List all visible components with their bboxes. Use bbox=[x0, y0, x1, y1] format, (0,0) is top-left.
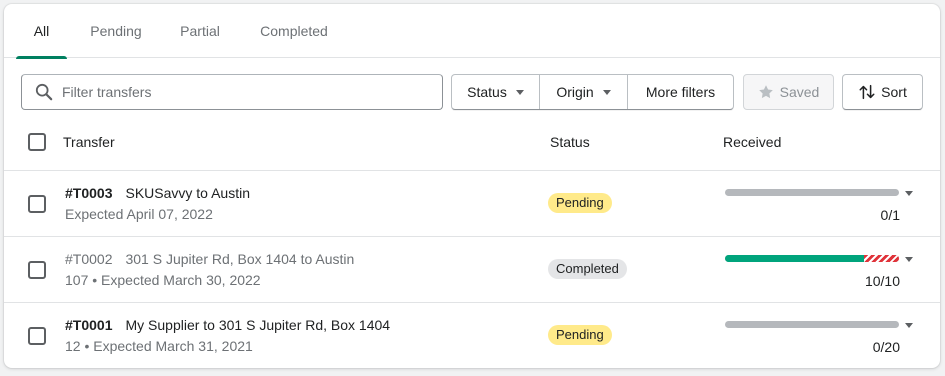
received-count: 0/20 bbox=[872, 339, 900, 355]
sort-icon bbox=[859, 84, 875, 100]
tab-completed[interactable]: Completed bbox=[251, 4, 337, 58]
status-filter-label: Status bbox=[467, 84, 507, 100]
received-count: 0/1 bbox=[880, 207, 900, 223]
filter-search bbox=[21, 74, 443, 110]
saved-button[interactable]: Saved bbox=[743, 74, 834, 110]
received-fill bbox=[725, 255, 865, 262]
tab-pending[interactable]: Pending bbox=[82, 4, 150, 58]
table-header: Transfer Status Received bbox=[4, 122, 940, 171]
transfer-title[interactable]: #T0003 SKUSavvy to Austin bbox=[65, 185, 250, 201]
tab-partial[interactable]: Partial bbox=[171, 4, 229, 58]
received-count: 10/10 bbox=[864, 273, 900, 289]
tab-bar: All Pending Partial Completed bbox=[4, 4, 940, 59]
table-row[interactable]: #T0001 My Supplier to 301 S Jupiter Rd, B… bbox=[4, 303, 940, 368]
row-checkbox[interactable] bbox=[28, 327, 46, 345]
filter-button-group: Status Origin More filters bbox=[451, 74, 734, 110]
status-badge: Completed bbox=[548, 259, 627, 279]
caret-down-icon[interactable] bbox=[905, 191, 913, 196]
status-badge: Pending bbox=[548, 193, 612, 213]
filter-transfers-input[interactable] bbox=[62, 75, 432, 109]
caret-down-icon[interactable] bbox=[905, 257, 913, 262]
rejected-fill bbox=[864, 255, 899, 262]
transfers-card: All Pending Partial Completed Status Ori… bbox=[4, 4, 940, 368]
transfer-detail: 12 • Expected March 31, 2021 bbox=[65, 338, 253, 354]
column-header-received: Received bbox=[723, 134, 782, 150]
saved-label: Saved bbox=[779, 84, 820, 100]
transfer-detail: 107 • Expected March 30, 2022 bbox=[65, 272, 261, 288]
search-icon bbox=[35, 83, 53, 101]
more-filters-button[interactable]: More filters bbox=[628, 75, 733, 109]
transfer-id: #T0002 bbox=[65, 251, 113, 267]
star-icon bbox=[758, 85, 773, 99]
received-progress-bar bbox=[725, 321, 899, 328]
transfer-detail: Expected April 07, 2022 bbox=[65, 206, 213, 222]
status-filter-button[interactable]: Status bbox=[452, 75, 540, 109]
transfer-id: #T0003 bbox=[65, 185, 113, 201]
tab-all[interactable]: All bbox=[16, 4, 67, 59]
caret-down-icon bbox=[515, 89, 524, 95]
column-header-transfer: Transfer bbox=[63, 134, 115, 150]
transfer-route: My Supplier to 301 S Jupiter Rd, Box 140… bbox=[125, 317, 391, 333]
sort-button[interactable]: Sort bbox=[842, 74, 923, 110]
status-badge: Pending bbox=[548, 325, 612, 345]
transfer-route: SKUSavvy to Austin bbox=[125, 185, 250, 201]
more-filters-label: More filters bbox=[645, 84, 716, 100]
row-checkbox[interactable] bbox=[28, 195, 46, 213]
table-row[interactable]: #T0002 301 S Jupiter Rd, Box 1404 to Aust… bbox=[4, 237, 940, 303]
caret-down-icon[interactable] bbox=[905, 323, 913, 328]
select-all-checkbox[interactable] bbox=[28, 133, 46, 151]
transfer-title[interactable]: #T0002 301 S Jupiter Rd, Box 1404 to Aust… bbox=[65, 251, 354, 267]
row-checkbox[interactable] bbox=[28, 261, 46, 279]
caret-down-icon bbox=[602, 89, 611, 95]
transfer-id: #T0001 bbox=[65, 317, 113, 333]
column-header-status: Status bbox=[550, 134, 590, 150]
table-row[interactable]: #T0003 SKUSavvy to Austin Expected April … bbox=[4, 171, 940, 237]
transfer-title[interactable]: #T0001 My Supplier to 301 S Jupiter Rd, B… bbox=[65, 317, 390, 333]
origin-filter-label: Origin bbox=[556, 84, 594, 100]
origin-filter-button[interactable]: Origin bbox=[540, 75, 628, 109]
sort-label: Sort bbox=[881, 84, 907, 100]
received-progress-bar bbox=[725, 189, 899, 196]
transfer-route: 301 S Jupiter Rd, Box 1404 to Austin bbox=[125, 251, 355, 267]
received-progress-bar bbox=[725, 255, 899, 262]
